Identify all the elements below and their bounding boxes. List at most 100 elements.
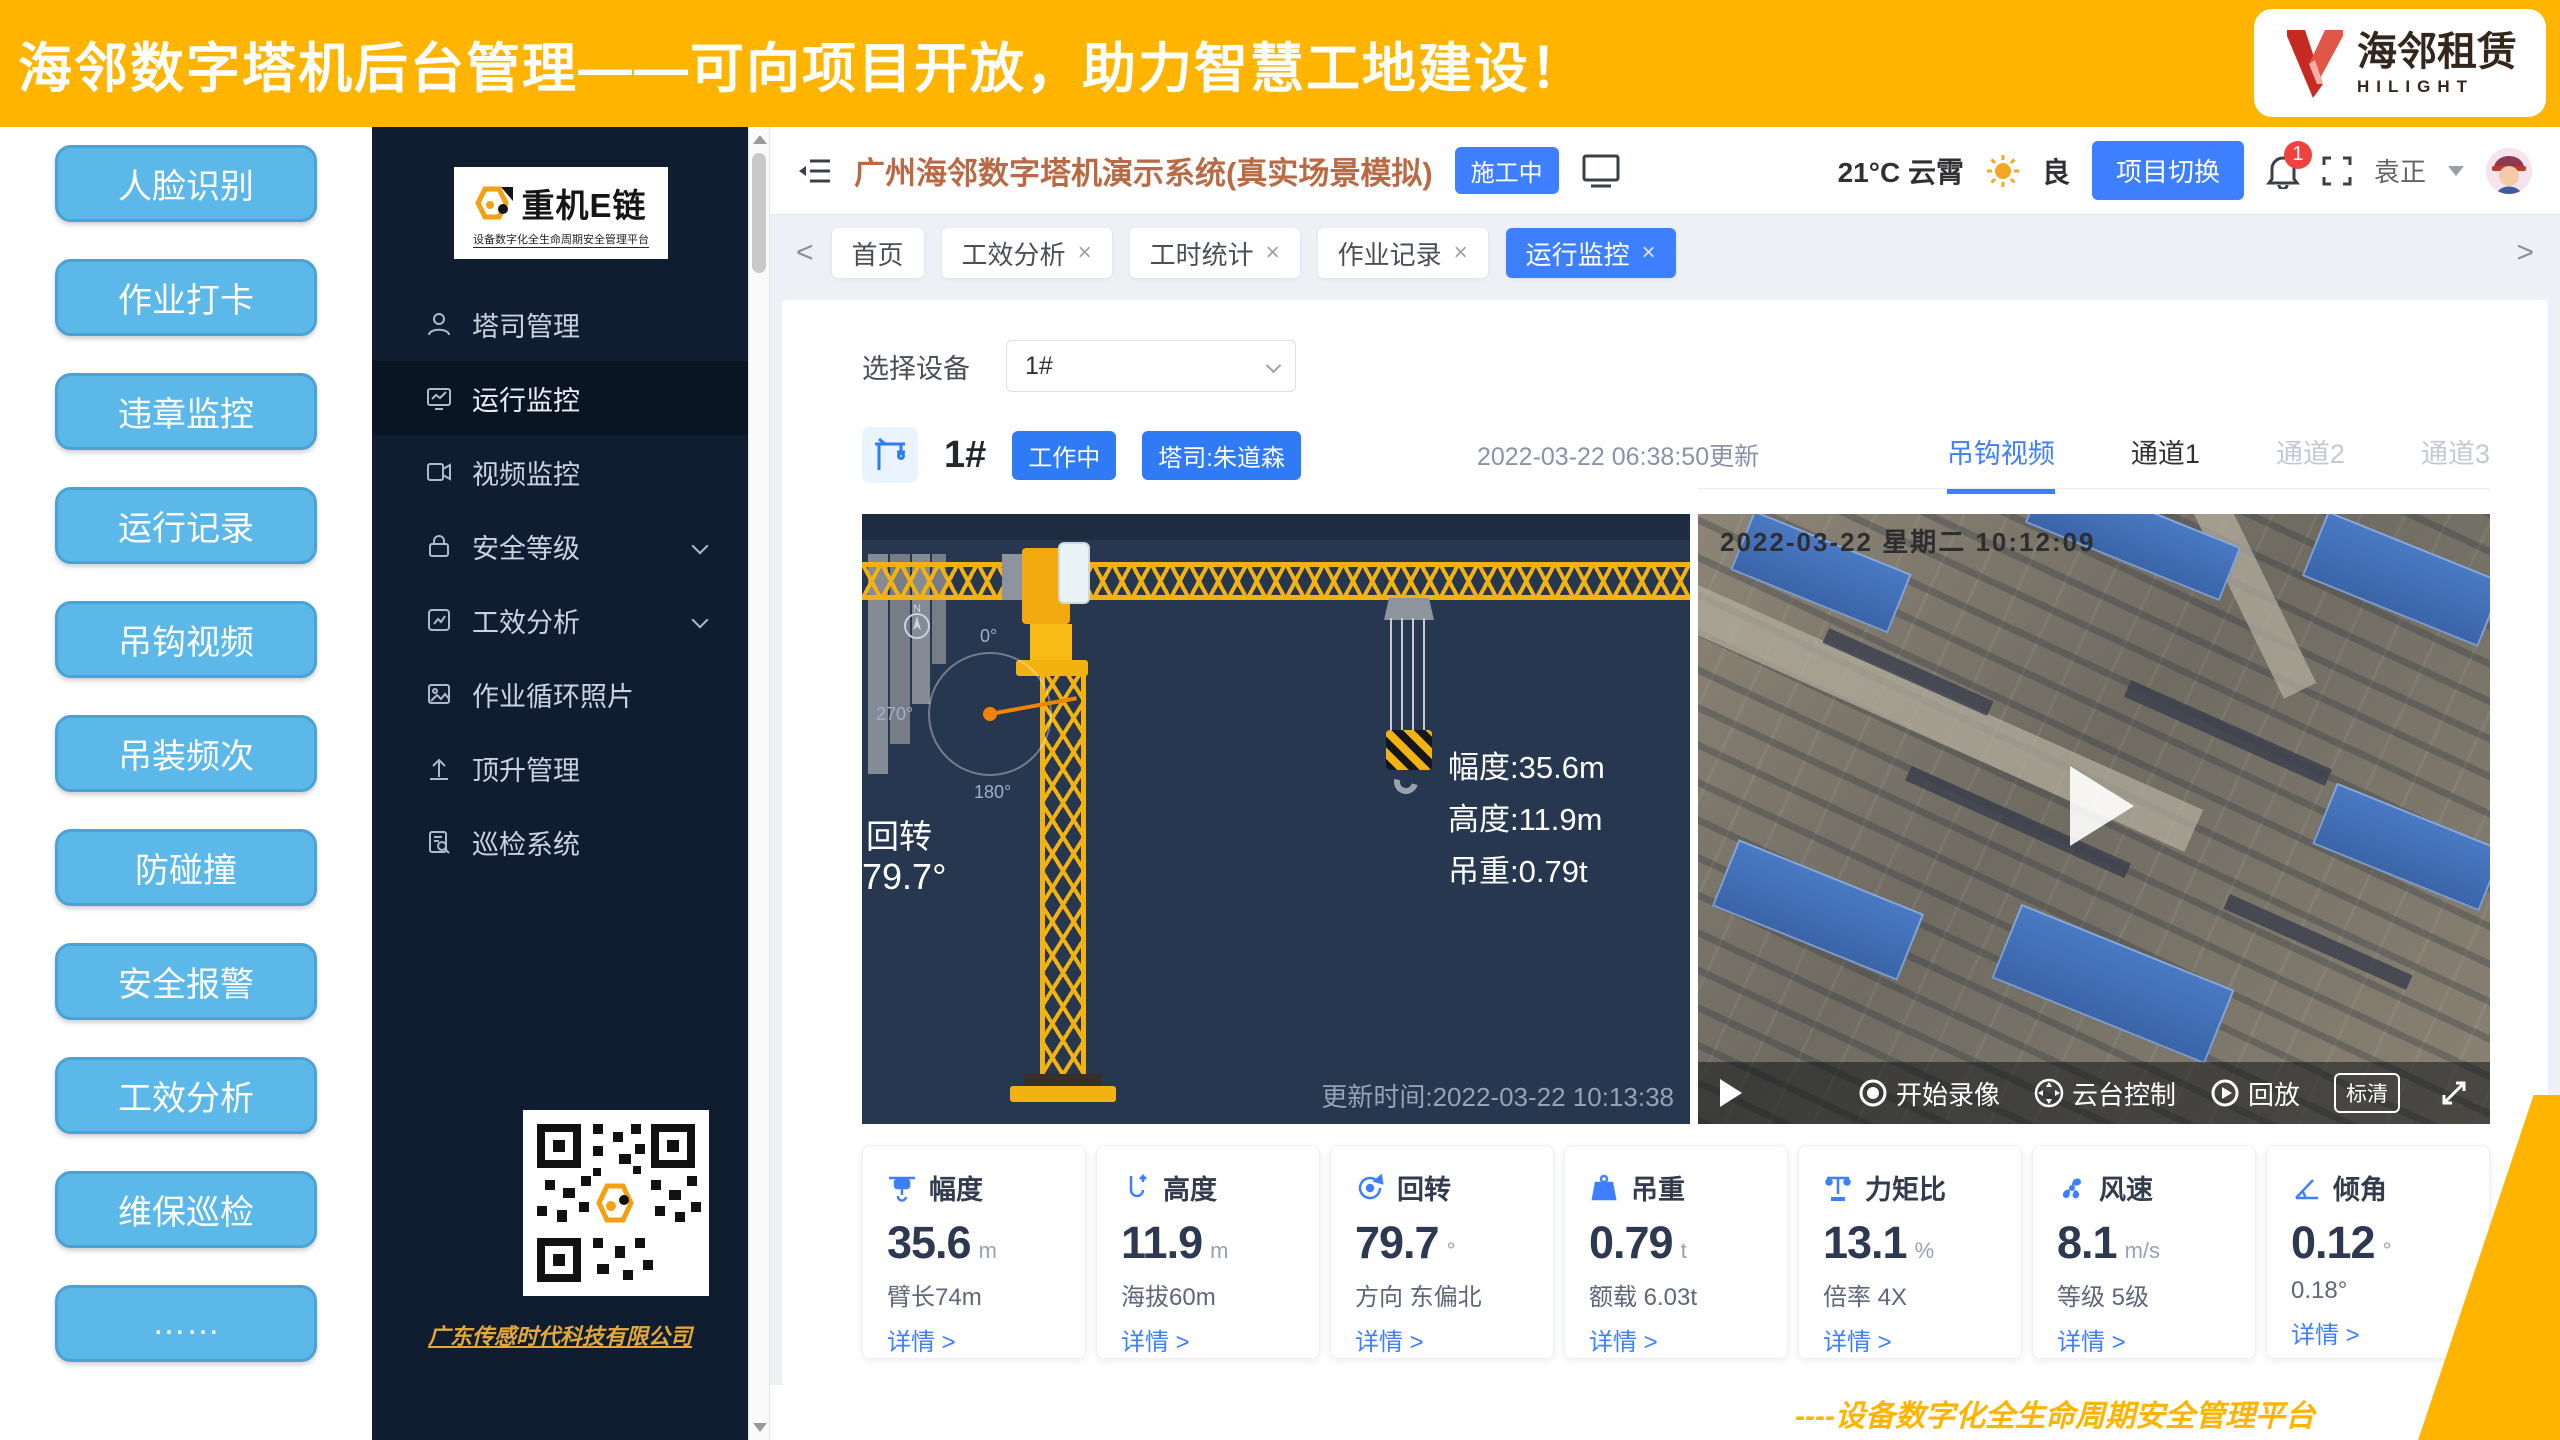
metric-label: 高度 [1163,1168,1217,1207]
stat-radius: 幅度:35.6m [1448,742,1605,794]
tab-label: 首页 [852,235,904,272]
screen-cast-icon[interactable] [1581,153,1621,189]
crane-stats: 幅度:35.6m 高度:11.9m 吊重:0.79t [1448,742,1605,898]
vertical-scrollbar[interactable] [748,127,770,1440]
menu-item-inspection-system[interactable]: 巡检系统 [372,805,748,879]
metric-label: 风速 [2099,1168,2153,1207]
user-menu-caret-icon[interactable] [2448,166,2464,176]
rail-button-lifting-frequency[interactable]: 吊装频次 [55,715,317,792]
clipboard-search-icon [426,829,452,855]
rail-button-face-recognition[interactable]: 人脸识别 [55,145,317,222]
expand-icon[interactable] [2440,1079,2468,1107]
footer-strip: ----设备数字化全生命周期安全管理平台 [770,1385,2560,1440]
analysis-icon [426,607,452,633]
metric-sub: 海拔60m [1121,1277,1295,1312]
crane-base-pad [1024,1074,1102,1086]
ptz-control[interactable]: 云台控制 [2034,1075,2176,1112]
menu-item-safety-level[interactable]: 安全等级 [372,509,748,583]
fullscreen-icon[interactable] [2322,156,2352,186]
video-tab-channel2[interactable]: 通道2 [2276,432,2345,494]
rotation-label: 回转 [866,810,932,858]
metric-detail-link[interactable]: 详情 > [2291,1315,2465,1350]
wind-fan-icon [2057,1173,2087,1203]
menu-item-jacking-management[interactable]: 顶升管理 [372,731,748,805]
rail-button-hook-video[interactable]: 吊钩视频 [55,601,317,678]
playback-control[interactable]: 回放 [2210,1075,2300,1112]
scrollbar-thumb[interactable] [752,153,766,273]
rail-button-safety-alarm[interactable]: 安全报警 [55,943,317,1020]
video-play-icon[interactable] [1720,1079,1742,1107]
menu-item-operation-monitor[interactable]: 运行监控 [372,361,748,435]
metric-detail-link[interactable]: 详情 > [887,1322,1061,1357]
hexagon-logo-icon [475,183,515,223]
menu-item-label: 作业循环照片 [472,675,634,714]
ptz-label: 云台控制 [2072,1075,2176,1112]
metric-sub: 倍率 4X [1823,1277,1997,1312]
rail-button-violation-monitor[interactable]: 违章监控 [55,373,317,450]
metric-sub: 等级 5级 [2057,1277,2231,1312]
menu-item-label: 视频监控 [472,453,580,492]
select-chevron-icon [1266,358,1282,374]
weight-icon [1589,1173,1619,1203]
notification-bell[interactable]: 1 [2266,153,2300,189]
tab-close-icon[interactable]: × [1642,239,1656,267]
compass-north-icon: N [900,602,934,642]
metric-sub: 方向 东偏北 [1355,1277,1529,1312]
tab-working-hours[interactable]: 工时统计× [1130,228,1300,278]
username[interactable]: 袁正 [2374,152,2426,189]
crane-visualization-panel: 0° 270° 180° N 回转 79.7° [862,514,1690,1124]
tab-close-icon[interactable]: × [1078,239,1092,267]
video-tab-hook[interactable]: 吊钩视频 [1947,432,2055,494]
rail-button-work-checkin[interactable]: 作业打卡 [55,259,317,336]
banner-title: 海邻数字塔机后台管理——可向项目开放，助力智慧工地建设！ [0,24,1586,103]
tab-close-icon[interactable]: × [1266,239,1280,267]
collapse-menu-icon[interactable] [798,156,832,186]
quality-badge[interactable]: 标清 [2334,1073,2400,1113]
metric-value: 13.1 [1823,1217,1907,1269]
crane-icon [862,427,918,483]
metric-detail-link[interactable]: 详情 > [1355,1322,1529,1357]
metric-detail-link[interactable]: 详情 > [1589,1322,1763,1357]
lock-icon [426,533,452,559]
menu-item-cycle-photos[interactable]: 作业循环照片 [372,657,748,731]
tab-label: 工效分析 [962,235,1066,272]
hook-block [1386,730,1432,770]
video-tab-channel1[interactable]: 通道1 [2131,432,2200,494]
menu-item-label: 运行监控 [472,379,580,418]
menu-item-efficiency-analysis[interactable]: 工效分析 [372,583,748,657]
scroll-down-arrow[interactable] [753,1423,767,1432]
record-control[interactable]: 开始录像 [1858,1075,2000,1112]
metric-detail-link[interactable]: 详情 > [1823,1322,1997,1357]
menu-item-tower-operator[interactable]: 塔司管理 [372,287,748,361]
metric-unit: t [1681,1238,1687,1264]
rail-button-more[interactable]: …… [55,1285,317,1362]
tabs-prev-chevron[interactable]: < [796,236,814,270]
metric-unit: % [1915,1238,1935,1264]
metric-detail-link[interactable]: 详情 > [2057,1322,2231,1357]
user-avatar[interactable] [2486,148,2532,194]
rail-button-efficiency-analysis[interactable]: 工效分析 [55,1057,317,1134]
device-select[interactable]: 1# [1006,340,1296,392]
scroll-up-arrow[interactable] [753,135,767,144]
live-video-panel: 2022-03-22 星期二 10:12:09 开始录像 云台控制 [1698,514,2490,1124]
video-play-overlay-icon[interactable] [2070,766,2134,846]
rail-button-anti-collision[interactable]: 防碰撞 [55,829,317,906]
video-tab-channel3[interactable]: 通道3 [2421,432,2490,494]
tab-close-icon[interactable]: × [1454,239,1468,267]
rail-button-operation-record[interactable]: 运行记录 [55,487,317,564]
tab-efficiency-analysis[interactable]: 工效分析 × [942,228,1112,278]
app-window: 海邻数字塔机后台管理——可向项目开放，助力智慧工地建设！ 海邻租赁 HILIGH… [0,0,2560,1440]
operator-badge: 塔司:朱道森 [1142,431,1301,480]
tab-home[interactable]: 首页 [832,228,924,278]
tab-operation-monitor[interactable]: 运行监控× [1506,228,1676,278]
rail-button-maintenance-inspection[interactable]: 维保巡检 [55,1171,317,1248]
tab-work-records[interactable]: 作业记录× [1318,228,1488,278]
sidebar-menu: 塔司管理 运行监控 视频监控 [372,287,748,879]
weather-text: 21°C 云霄 [1838,151,1964,191]
project-switch-button[interactable]: 项目切换 [2092,141,2244,200]
tabs-next-chevron[interactable]: > [2516,236,2534,270]
metric-sub: 0.18° [2291,1277,2465,1305]
metric-detail-link[interactable]: 详情 > [1121,1322,1295,1357]
menu-item-video-monitor[interactable]: 视频监控 [372,435,748,509]
metric-value: 8.1 [2057,1217,2117,1269]
